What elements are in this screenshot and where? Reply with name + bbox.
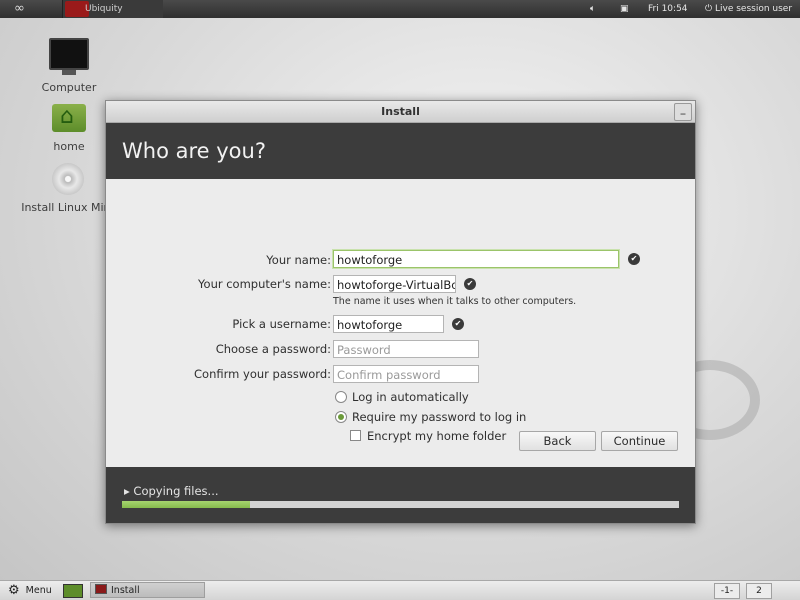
back-button[interactable]: Back bbox=[519, 431, 596, 451]
require-password-option[interactable]: Require my password to log in bbox=[335, 410, 526, 424]
require-password-radio[interactable] bbox=[335, 411, 347, 423]
gear-icon: ⚙ bbox=[8, 583, 20, 598]
disc-icon bbox=[52, 163, 84, 195]
progress-area: ▸ Copying files... bbox=[106, 467, 695, 523]
password-field[interactable]: Password bbox=[333, 340, 479, 358]
window-title: Install bbox=[381, 105, 420, 118]
desktop-icon-label: Install Linux Mint bbox=[21, 201, 115, 214]
desktop-icon-home[interactable]: home bbox=[36, 104, 102, 153]
install-window-icon bbox=[95, 584, 107, 594]
login-automatically-label: Log in automatically bbox=[352, 390, 469, 404]
computer-icon bbox=[49, 38, 89, 70]
volume-icon[interactable]: 🔈︎ bbox=[590, 0, 595, 18]
confirm-password-field[interactable]: Confirm password bbox=[333, 365, 479, 383]
workspace-2-button[interactable]: 2 bbox=[746, 583, 772, 599]
username-ok-icon: ✔ bbox=[452, 318, 464, 330]
install-window: Install _ Who are you? Your name: howtof… bbox=[105, 100, 696, 524]
username-field[interactable]: howtoforge bbox=[333, 315, 444, 333]
top-panel: ∞ Ubiquity 🔈︎ ▣ Fri 10:54 ⏻︎ Live sessio… bbox=[0, 0, 800, 18]
desktop-icon-computer[interactable]: Computer bbox=[30, 38, 108, 94]
password-label: Choose a password: bbox=[215, 342, 331, 356]
taskbar-ubiquity-label: Ubiquity bbox=[85, 4, 123, 14]
taskbar-install[interactable]: Install bbox=[90, 582, 205, 598]
bottom-panel: ⚙ Menu Install -1- 2 bbox=[0, 580, 800, 600]
home-folder-icon bbox=[52, 104, 86, 132]
mint-menu-icon[interactable]: ∞ bbox=[14, 0, 25, 18]
require-password-label: Require my password to log in bbox=[352, 410, 527, 424]
progress-bar bbox=[122, 501, 679, 508]
clock[interactable]: Fri 10:54 bbox=[648, 0, 688, 18]
encrypt-home-label: Encrypt my home folder bbox=[367, 429, 507, 443]
menu-button[interactable]: ⚙ Menu bbox=[8, 581, 52, 600]
window-titlebar[interactable]: Install _ bbox=[106, 101, 695, 123]
show-desktop-button[interactable] bbox=[63, 584, 83, 598]
encrypt-home-checkbox[interactable] bbox=[350, 430, 361, 441]
computer-name-hint: The name it uses when it talks to other … bbox=[333, 296, 577, 307]
progress-label[interactable]: ▸ Copying files... bbox=[124, 484, 219, 498]
session-user-menu[interactable]: ⏻︎ Live session user bbox=[705, 0, 792, 18]
desktop-icon-label: Computer bbox=[41, 81, 97, 94]
taskbar-ubiquity[interactable]: Ubiquity bbox=[62, 0, 163, 18]
computer-name-ok-icon: ✔ bbox=[464, 278, 476, 290]
minimize-button[interactable]: _ bbox=[674, 103, 692, 121]
computer-name-label: Your computer's name: bbox=[198, 277, 331, 291]
session-user-label: Live session user bbox=[715, 4, 793, 14]
network-icon[interactable]: ▣ bbox=[620, 0, 629, 18]
computer-name-field[interactable]: howtoforge-VirtualBox bbox=[333, 275, 456, 293]
login-automatically-option[interactable]: Log in automatically bbox=[335, 390, 469, 404]
name-ok-icon: ✔ bbox=[628, 253, 640, 265]
taskbar-install-label: Install bbox=[111, 585, 140, 596]
continue-button[interactable]: Continue bbox=[601, 431, 678, 451]
page-heading: Who are you? bbox=[106, 123, 695, 179]
menu-label: Menu bbox=[25, 585, 52, 596]
name-field[interactable]: howtoforge bbox=[333, 250, 619, 268]
user-form: Your name: howtoforge ✔ Your computer's … bbox=[106, 179, 695, 467]
computer-stand bbox=[62, 70, 76, 75]
power-icon: ⏻︎ bbox=[705, 4, 713, 14]
desktop-icon-install[interactable]: Install Linux Mint bbox=[18, 163, 118, 214]
name-label: Your name: bbox=[266, 253, 331, 267]
username-label: Pick a username: bbox=[232, 317, 331, 331]
confirm-password-label: Confirm your password: bbox=[194, 367, 331, 381]
progress-fill bbox=[122, 501, 251, 508]
desktop-icon-label: home bbox=[53, 140, 85, 153]
workspace-1-button[interactable]: -1- bbox=[714, 583, 740, 599]
encrypt-home-option[interactable]: Encrypt my home folder bbox=[350, 429, 506, 443]
login-automatically-radio[interactable] bbox=[335, 391, 347, 403]
